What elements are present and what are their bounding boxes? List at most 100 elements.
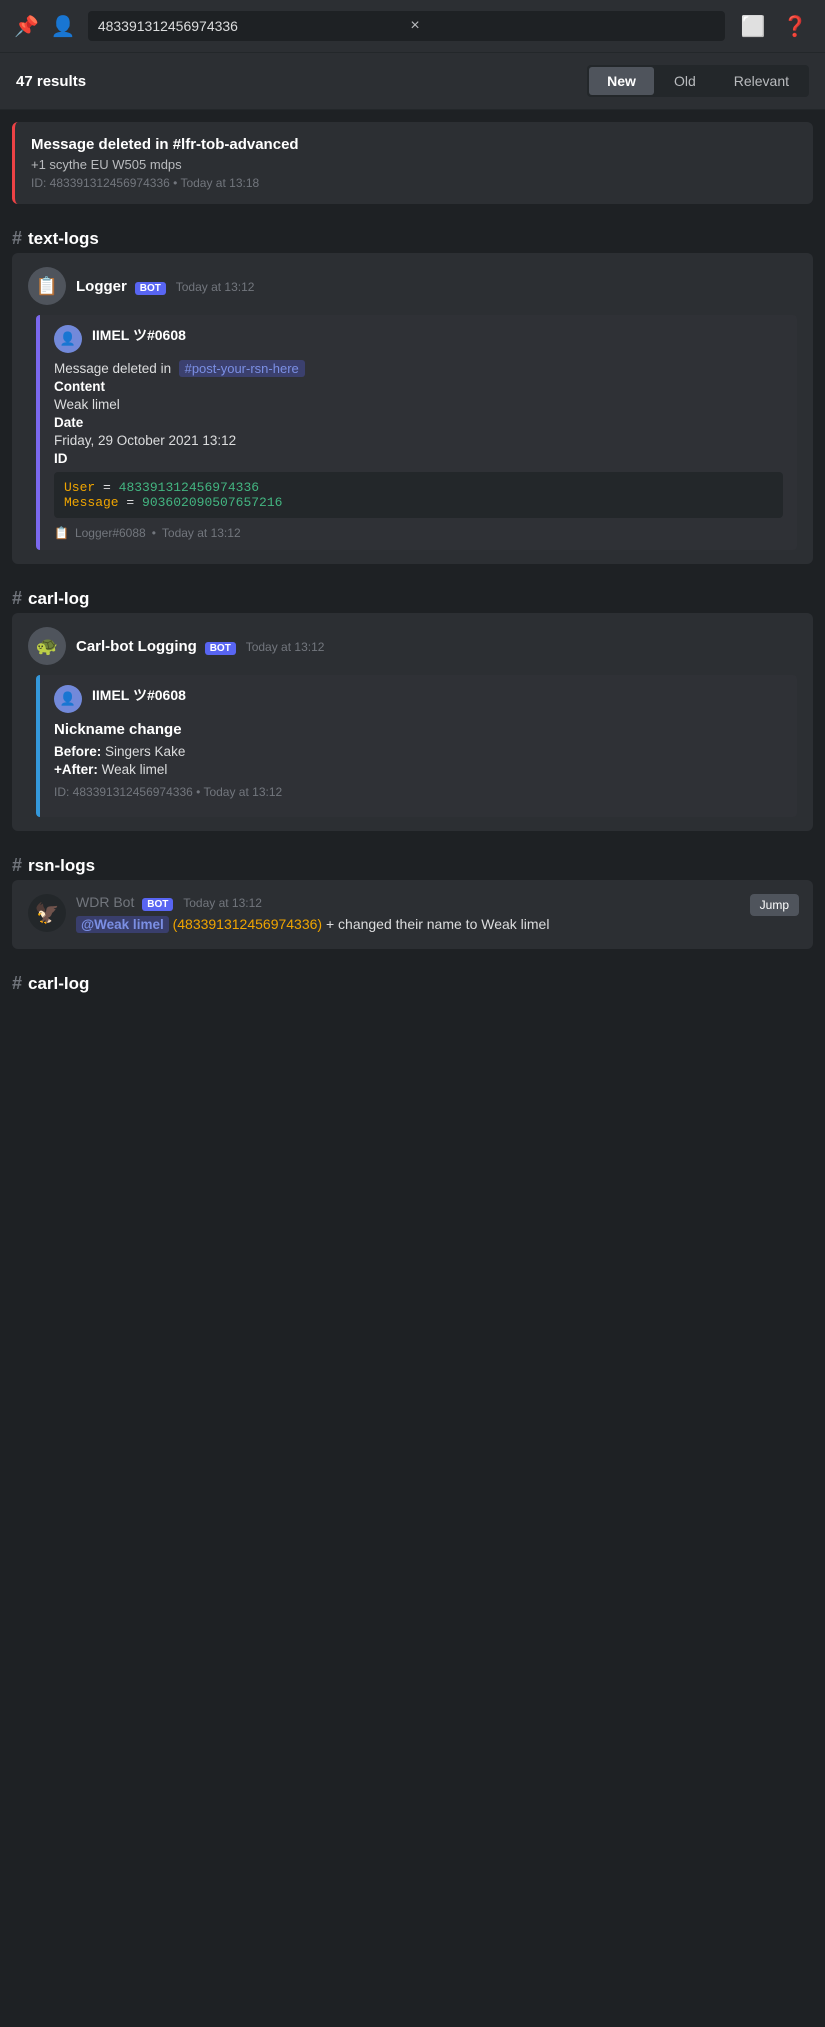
content-value-line: Weak limel bbox=[54, 397, 783, 412]
logger-timestamp: Today at 13:12 bbox=[176, 280, 255, 294]
wdr-author-line: WDR Bot BOT Today at 13:12 bbox=[76, 894, 797, 910]
wdr-bot-badge: BOT bbox=[142, 898, 173, 911]
content-line: Content bbox=[54, 379, 783, 394]
filter-relevant[interactable]: Relevant bbox=[716, 67, 807, 95]
date-value: Friday, 29 October 2021 13:12 bbox=[54, 433, 236, 448]
carl-meta-line: ID: 483391312456974336 • Today at 13:12 bbox=[54, 785, 783, 799]
user-icon[interactable]: 👤 bbox=[51, 14, 76, 39]
before-value: Singers Kake bbox=[105, 744, 185, 759]
carlbot-timestamp: Today at 13:12 bbox=[246, 640, 325, 654]
carl-log-section: # carl-log 🐢 Carl-bot Logging BOT Today … bbox=[12, 584, 813, 831]
text-suffix: + changed their name to Weak limel bbox=[326, 916, 549, 932]
iimel-username-1: IIMEL ツ#0608 bbox=[92, 325, 186, 345]
channel-hash-1: # bbox=[12, 228, 22, 249]
id-highlight: (483391312456974336) bbox=[173, 916, 322, 932]
top-bar: 📌 👤 483391312456974336 × ⬜ ❓ bbox=[0, 0, 825, 53]
footer-name: Logger#6088 bbox=[75, 526, 146, 540]
carlbot-embed-body: Nickname change Before: Singers Kake +Af… bbox=[54, 721, 783, 799]
rsn-logs-header: # rsn-logs bbox=[12, 851, 813, 880]
carlbot-embed: 👤 IIMEL ツ#0608 Nickname change Before: S… bbox=[36, 675, 797, 817]
pin-icon[interactable]: 📌 bbox=[14, 14, 39, 39]
wdr-msg-body: @Weak limel (483391312456974336) + chang… bbox=[76, 914, 797, 935]
carlbot-bot-badge: BOT bbox=[205, 642, 236, 655]
rsn-logs-section: # rsn-logs Jump 🦅 WDR Bot BOT Today at 1… bbox=[12, 851, 813, 949]
footer-icon: 📋 bbox=[54, 526, 69, 540]
footer-dot: • bbox=[152, 526, 156, 540]
channel-name-text-logs[interactable]: text-logs bbox=[28, 229, 99, 249]
channel-name-rsn-logs[interactable]: rsn-logs bbox=[28, 856, 95, 876]
after-label: +After: bbox=[54, 762, 98, 777]
channel-hash-3: # bbox=[12, 855, 22, 876]
id-label: ID bbox=[54, 451, 68, 466]
wdr-msg-content: WDR Bot BOT Today at 13:12 @Weak limel (… bbox=[76, 894, 797, 935]
carl-log-message-card: 🐢 Carl-bot Logging BOT Today at 13:12 👤 … bbox=[12, 613, 813, 831]
date-label: Date bbox=[54, 415, 83, 430]
filter-old[interactable]: Old bbox=[656, 67, 714, 95]
search-value: 483391312456974336 bbox=[98, 18, 403, 34]
deleted-message-subtitle: +1 scythe EU W505 mdps bbox=[31, 157, 797, 172]
text-logs-section: # text-logs 📋 Logger BOT Today at 13:12 … bbox=[12, 224, 813, 564]
channel-name-carl-log-2[interactable]: carl-log bbox=[28, 974, 89, 994]
carl-log-header-2: # carl-log bbox=[12, 969, 813, 998]
mention-tag: @Weak limel bbox=[76, 916, 169, 933]
rsn-message-card: Jump 🦅 WDR Bot BOT Today at 13:12 @Weak … bbox=[12, 880, 813, 949]
channel-hash-4: # bbox=[12, 973, 22, 994]
logger-embed: 👤 IIMEL ツ#0608 Message deleted in #post-… bbox=[36, 315, 797, 550]
channel-tag[interactable]: #post-your-rsn-here bbox=[179, 360, 305, 377]
deleted-in-line: Message deleted in #post-your-rsn-here bbox=[54, 361, 783, 376]
wdr-author: WDR Bot bbox=[76, 894, 134, 910]
jump-button[interactable]: Jump bbox=[750, 894, 799, 916]
wdr-timestamp: Today at 13:12 bbox=[183, 896, 262, 910]
filter-tabs: New Old Relevant bbox=[587, 65, 809, 97]
event-title-line: Nickname change bbox=[54, 721, 783, 738]
logger-embed-footer: 📋 Logger#6088 • Today at 13:12 bbox=[54, 526, 783, 540]
id-label-line: ID bbox=[54, 451, 783, 466]
iimel-avatar-2: 👤 bbox=[54, 685, 82, 713]
user-id-line: User = 483391312456974336 bbox=[64, 480, 773, 495]
logger-embed-body: Message deleted in #post-your-rsn-here C… bbox=[54, 361, 783, 518]
results-count: 47 results bbox=[16, 73, 575, 90]
carl-log-section-2: # carl-log bbox=[12, 969, 813, 998]
iimel-username-2: IIMEL ツ#0608 bbox=[92, 685, 186, 705]
user-id-value: 483391312456974336 bbox=[119, 480, 259, 495]
before-line: Before: Singers Kake bbox=[54, 744, 783, 759]
channel-name-carl-log[interactable]: carl-log bbox=[28, 589, 89, 609]
carl-meta: ID: 483391312456974336 • Today at 13:12 bbox=[54, 785, 282, 799]
text-logs-msg-header: 📋 Logger BOT Today at 13:12 bbox=[28, 267, 797, 305]
carlbot-msg-header: 🐢 Carl-bot Logging BOT Today at 13:12 bbox=[28, 627, 797, 665]
deleted-message-title: Message deleted in #lfr-tob-advanced bbox=[31, 136, 797, 153]
wdr-avatar: 🦅 bbox=[28, 894, 66, 932]
chat-icon[interactable]: ⬜ bbox=[737, 10, 769, 42]
search-clear-button[interactable]: × bbox=[410, 17, 715, 35]
search-box: 483391312456974336 × bbox=[88, 11, 725, 41]
carlbot-embed-user: 👤 IIMEL ツ#0608 bbox=[54, 685, 783, 713]
filter-new[interactable]: New bbox=[589, 67, 654, 95]
message-id-line: Message = 903602090507657216 bbox=[64, 495, 773, 510]
message-key: Message bbox=[64, 495, 119, 510]
after-value: Weak limel bbox=[102, 762, 168, 777]
logger-bot-badge: BOT bbox=[135, 282, 166, 295]
deleted-in-text: Message deleted in bbox=[54, 361, 171, 376]
deleted-message-meta: ID: 483391312456974336 • Today at 13:18 bbox=[31, 176, 797, 190]
carlbot-author: Carl-bot Logging bbox=[76, 638, 197, 655]
top-bar-actions: ⬜ ❓ bbox=[737, 10, 811, 42]
carlbot-author-block: Carl-bot Logging BOT Today at 13:12 bbox=[76, 638, 324, 655]
wdr-msg-header: 🦅 WDR Bot BOT Today at 13:12 @Weak limel… bbox=[28, 894, 797, 935]
logger-avatar: 📋 bbox=[28, 267, 66, 305]
text-logs-header: # text-logs bbox=[12, 224, 813, 253]
content-area: Message deleted in #lfr-tob-advanced +1 … bbox=[0, 122, 825, 998]
content-label: Content bbox=[54, 379, 105, 394]
date-value-line: Friday, 29 October 2021 13:12 bbox=[54, 433, 783, 448]
channel-hash-2: # bbox=[12, 588, 22, 609]
message-id-value: 903602090507657216 bbox=[142, 495, 282, 510]
id-block: User = 483391312456974336 Message = 9036… bbox=[54, 472, 783, 518]
before-label: Before: bbox=[54, 744, 101, 759]
iimel-avatar-1: 👤 bbox=[54, 325, 82, 353]
results-bar: 47 results New Old Relevant bbox=[0, 53, 825, 110]
content-value: Weak limel bbox=[54, 397, 120, 412]
carl-log-header: # carl-log bbox=[12, 584, 813, 613]
text-logs-message-card: 📋 Logger BOT Today at 13:12 👤 IIMEL ツ#06… bbox=[12, 253, 813, 564]
logger-author-block: Logger BOT Today at 13:12 bbox=[76, 278, 254, 295]
after-line: +After: Weak limel bbox=[54, 762, 783, 777]
help-icon[interactable]: ❓ bbox=[779, 10, 811, 42]
